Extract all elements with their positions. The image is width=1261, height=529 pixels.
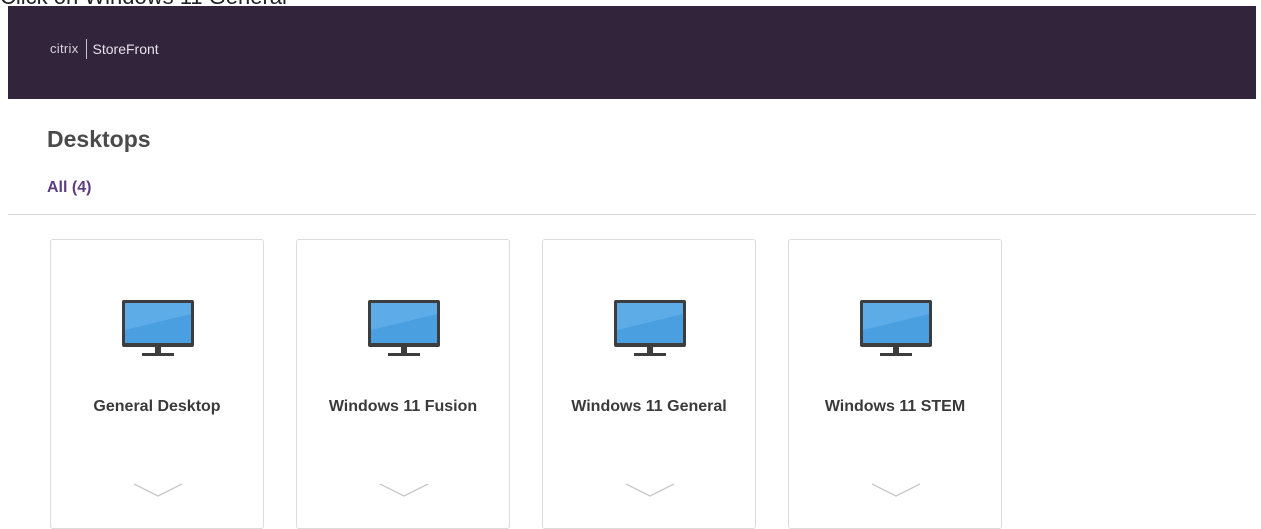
citrix-storefront-logo[interactable]: citrix StoreFront [50, 38, 159, 59]
storefront-logo-text: StoreFront [92, 40, 159, 57]
citrix-logo-text: citrix [50, 41, 79, 56]
monitor-icon [860, 300, 932, 356]
chevron-down-icon[interactable] [871, 483, 921, 497]
desktop-name: General Desktop [93, 398, 221, 415]
monitor-icon [122, 300, 194, 356]
desktop-name: Windows 11 General [571, 398, 727, 415]
chevron-down-icon[interactable] [133, 483, 183, 497]
desktop-tile-windows-11-stem[interactable]: Windows 11 STEM [788, 239, 1002, 529]
chevron-down-icon[interactable] [379, 483, 429, 497]
logo-divider [85, 38, 87, 59]
desktop-name: Windows 11 Fusion [328, 398, 478, 415]
desktop-tile-windows-11-general[interactable]: Windows 11 General [542, 239, 756, 529]
desktop-tile-windows-11-fusion[interactable]: Windows 11 Fusion [296, 239, 510, 529]
desktop-name: Windows 11 STEM [824, 398, 966, 415]
top-navigation-bar: citrix StoreFront [8, 6, 1256, 99]
filter-tab-all[interactable]: All (4) [47, 179, 91, 197]
chevron-down-icon[interactable] [625, 483, 675, 497]
desktop-tile-general-desktop[interactable]: General Desktop [50, 239, 264, 529]
monitor-icon [368, 300, 440, 356]
page-title: Desktops [47, 126, 151, 152]
monitor-icon [614, 300, 686, 356]
section-divider [8, 214, 1256, 215]
